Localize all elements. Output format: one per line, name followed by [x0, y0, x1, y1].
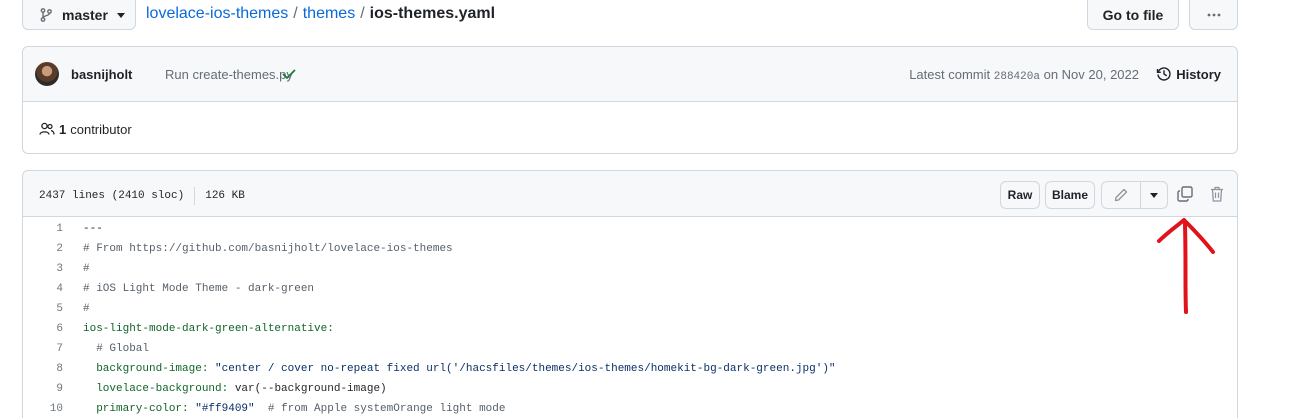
line-content: #	[83, 303, 90, 315]
file-viewer: 2437 lines (2410 sloc) 126 KB Raw Blame …	[22, 170, 1238, 418]
history-button[interactable]: History	[1156, 66, 1221, 82]
yaml-value: var(--background-image)	[228, 383, 387, 395]
contributors[interactable]: 1 contributor	[39, 121, 132, 137]
more-options-button[interactable]	[1189, 0, 1238, 30]
edit-file-button[interactable]	[1101, 181, 1141, 209]
branch-selector-button[interactable]: master	[22, 0, 136, 30]
branch-name: master	[62, 6, 108, 23]
chevron-down-icon	[116, 13, 125, 18]
commit-author-link[interactable]: basnijholt	[71, 67, 132, 82]
trash-icon[interactable]	[1209, 185, 1225, 203]
line-number[interactable]: 10	[23, 403, 63, 415]
line-number[interactable]: 4	[23, 283, 63, 295]
file-info: 2437 lines (2410 sloc) 126 KB	[39, 187, 245, 205]
yaml-key: lovelace-background:	[83, 383, 229, 395]
raw-button[interactable]: Raw	[1000, 181, 1040, 209]
breadcrumb: lovelace-ios-themes / themes / ios-theme…	[146, 5, 495, 23]
copy-icon[interactable]	[1176, 185, 1194, 203]
line-content: #	[83, 263, 90, 275]
pencil-icon	[1114, 188, 1128, 202]
commit-message-link[interactable]: Run create-themes.py	[165, 67, 293, 82]
line-content: # iOS Light Mode Theme - dark-green	[83, 283, 315, 295]
yaml-key: primary-color:	[83, 403, 189, 415]
kebab-horizontal-icon	[1207, 13, 1220, 16]
contributors-count: 1	[59, 121, 67, 137]
code-line: 6 ios-light-mode-dark-green-alternative:	[23, 319, 1237, 339]
code-line: 8 background-image: "center / cover no-r…	[23, 359, 1237, 379]
commit-header: basnijholt Run create-themes.py Latest c…	[23, 47, 1237, 102]
line-number[interactable]: 5	[23, 303, 63, 315]
code-line: 7 # Global	[23, 339, 1237, 359]
yaml-key: background-image:	[83, 363, 209, 375]
breadcrumb-repo-link[interactable]: lovelace-ios-themes	[146, 5, 288, 23]
line-content: # From https://github.com/basnijholt/lov…	[83, 243, 453, 255]
file-header: 2437 lines (2410 sloc) 126 KB Raw Blame	[23, 171, 1237, 217]
git-branch-icon	[40, 7, 52, 22]
latest-commit-label: Latest commit	[909, 67, 991, 82]
check-icon[interactable]	[281, 66, 297, 82]
breadcrumb-themes-link[interactable]: themes	[303, 5, 355, 23]
line-content: ios-light-mode-dark-green-alternative:	[83, 323, 334, 335]
code-line: 4 # iOS Light Mode Theme - dark-green	[23, 279, 1237, 299]
people-icon	[39, 122, 55, 135]
go-to-file-button[interactable]: Go to file	[1087, 0, 1179, 30]
line-content: primary-color: "#ff9409" # from Apple sy…	[83, 403, 505, 415]
red-arrow-annotation	[1157, 218, 1215, 314]
edit-options-dropdown[interactable]	[1140, 181, 1168, 209]
file-size: 126 KB	[205, 190, 245, 202]
file-navigation: master lovelace-ios-themes / themes / io…	[22, 0, 1238, 30]
breadcrumb-separator: /	[293, 5, 298, 22]
history-icon	[1157, 67, 1171, 81]
divider	[194, 187, 196, 205]
line-number[interactable]: 6	[23, 323, 63, 335]
line-content: # Global	[83, 343, 150, 355]
line-number[interactable]: 7	[23, 343, 63, 355]
blame-button[interactable]: Blame	[1045, 181, 1095, 209]
code-line: 2 # From https://github.com/basnijholt/l…	[23, 239, 1237, 259]
line-number[interactable]: 2	[23, 243, 63, 255]
line-number[interactable]: 3	[23, 263, 63, 275]
code-line: 10 primary-color: "#ff9409" # from Apple…	[23, 399, 1237, 418]
line-content: lovelace-background: var(--background-im…	[83, 383, 387, 395]
breadcrumb-separator: /	[360, 5, 365, 22]
code-line: 5 #	[23, 299, 1237, 319]
yaml-comment: # from Apple systemOrange light mode	[254, 403, 506, 415]
chevron-down-icon	[1150, 192, 1158, 198]
code-line: 9 lovelace-background: var(--background-…	[23, 379, 1237, 399]
yaml-value: "center / cover no-repeat fixed url('/ha…	[208, 363, 836, 375]
line-content: background-image: "center / cover no-rep…	[83, 363, 836, 375]
line-content: ---	[83, 223, 103, 235]
contributors-label: contributor	[70, 121, 132, 137]
line-number[interactable]: 8	[23, 363, 63, 375]
commit-sha-link[interactable]: 288420a	[994, 71, 1040, 83]
file-lines-info: 2437 lines (2410 sloc)	[39, 190, 185, 202]
commit-date: on Nov 20, 2022	[1043, 67, 1139, 82]
latest-commit-info: Latest commit 288420a on Nov 20, 2022	[909, 67, 1139, 83]
code-line: 1 ---	[23, 219, 1237, 239]
avatar[interactable]	[35, 62, 59, 86]
code-line: 3 #	[23, 259, 1237, 279]
breadcrumb-current-file: ios-themes.yaml	[369, 5, 496, 22]
latest-commit-box: basnijholt Run create-themes.py Latest c…	[22, 46, 1238, 154]
code-view: 1 --- 2 # From https://github.com/basnij…	[23, 219, 1237, 418]
history-label: History	[1176, 66, 1221, 82]
line-number[interactable]: 9	[23, 383, 63, 395]
yaml-value: "#ff9409"	[188, 403, 255, 415]
line-number[interactable]: 1	[23, 223, 63, 235]
